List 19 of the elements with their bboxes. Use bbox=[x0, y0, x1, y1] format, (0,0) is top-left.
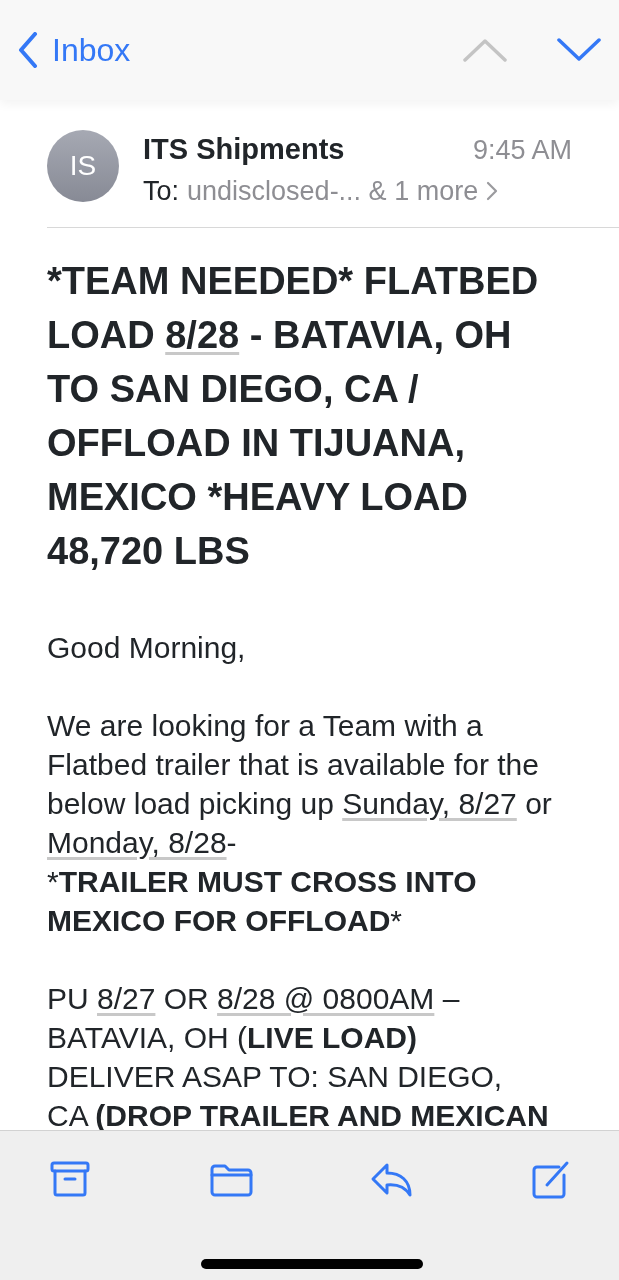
body-paragraph: Good Morning, bbox=[47, 629, 247, 666]
date-link[interactable]: 8/27 bbox=[97, 981, 156, 1015]
sender-avatar: IS bbox=[47, 130, 119, 202]
back-button[interactable]: Inbox bbox=[18, 26, 131, 74]
date-link[interactable]: Sunday, 8/27 bbox=[342, 786, 517, 820]
back-icon bbox=[18, 32, 38, 68]
chevron-icon[interactable] bbox=[486, 180, 499, 201]
date-link[interactable]: 8/28 @ 0800AM bbox=[217, 981, 435, 1015]
body-paragraph: We are looking for a Team with a Flatbed trailer that is available for the below load picking up Sunday, 8/27 or Monday, 8/28- bbox=[47, 707, 553, 861]
date-link[interactable]: 8/28 bbox=[165, 313, 240, 356]
body-paragraph: *TRAILER MUST CROSS INTO MEXICO FOR OFFLOAD* bbox=[47, 863, 478, 939]
email-subject: *TEAM NEEDED* FLATBED LOAD 8/28 - BATAVIA, OH TO SAN DIEGO, CA / OFFLOAD IN TIJUANA, MEXICO *HEAVY LOAD 48,720 LBS bbox=[46, 258, 540, 574]
body-paragraph: PU 8/27 OR 8/28 @ 0800AM – BATAVIA, OH (LIVE LOAD) bbox=[47, 980, 461, 1056]
body-paragraph: DELIVER ASAP TO: SAN DIEGO, CA (DROP TRAILER AND MEXICAN bbox=[47, 1058, 550, 1134]
sender-name: ITS Shipments bbox=[143, 132, 345, 167]
date-link[interactable]: Monday, 8/28 bbox=[47, 825, 227, 859]
time-label: 9:45 AM bbox=[472, 134, 572, 167]
to-label: To: bbox=[143, 174, 180, 208]
next-message-button[interactable] bbox=[557, 37, 601, 63]
